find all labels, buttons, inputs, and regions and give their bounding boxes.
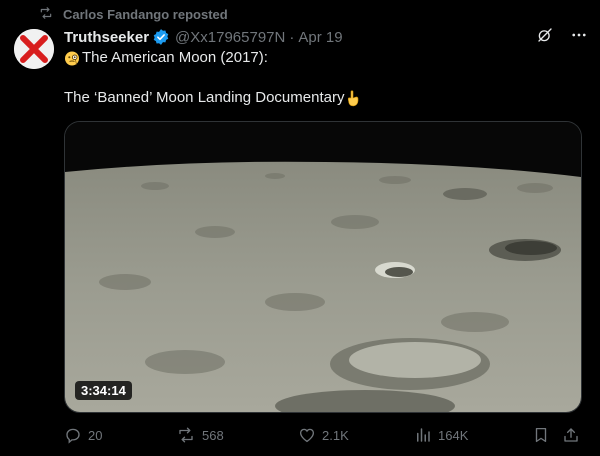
author-handle[interactable]: @Xx17965797N xyxy=(175,29,285,46)
repost-indicator[interactable]: Carlos Fandango reposted xyxy=(38,5,228,23)
bookmark-icon xyxy=(535,427,547,443)
views-count: 164K xyxy=(438,427,469,443)
grok-icon[interactable] xyxy=(536,26,554,48)
red-x-avatar-icon xyxy=(14,29,54,69)
separator-dot: · xyxy=(289,28,295,46)
verified-badge-icon[interactable] xyxy=(152,28,170,46)
author-name[interactable]: Truthseeker xyxy=(64,29,149,46)
views-icon xyxy=(417,428,430,442)
avatar[interactable] xyxy=(14,29,54,69)
like-button[interactable]: 2.1K xyxy=(298,426,349,444)
repost-count: 568 xyxy=(202,427,224,443)
repost-icon xyxy=(179,427,193,443)
more-options-icon[interactable] xyxy=(570,26,588,48)
tweet-text-line-2: The ‘Banned’ Moon Landing Documentary xyxy=(64,88,361,108)
tweet-header: Truthseeker @Xx17965797N · Apr 19 xyxy=(64,27,588,47)
like-count: 2.1K xyxy=(322,427,349,443)
video-player[interactable]: 3:34:14 xyxy=(64,121,582,413)
pointing-down-hand-icon xyxy=(345,90,361,107)
face-with-monocle-icon xyxy=(64,50,80,66)
share-button[interactable] xyxy=(562,426,580,444)
repost-icon xyxy=(38,6,54,23)
tweet-text-1: The American Moon (2017): xyxy=(82,49,268,66)
moon-surface-thumbnail xyxy=(65,122,581,412)
repost-button[interactable]: 568 xyxy=(176,426,224,444)
action-bar: 20 568 2.1K 164K xyxy=(64,425,584,445)
share-icon xyxy=(564,428,578,442)
reply-count: 20 xyxy=(88,427,103,443)
tweet-text-line-1: The American Moon (2017): xyxy=(64,48,268,68)
post-date[interactable]: Apr 19 xyxy=(298,29,342,46)
bookmark-button[interactable] xyxy=(532,426,550,444)
reply-icon xyxy=(66,428,80,444)
repost-label: Carlos Fandango reposted xyxy=(63,6,228,22)
video-duration: 3:34:14 xyxy=(75,381,132,400)
views-button[interactable]: 164K xyxy=(414,426,468,444)
like-icon xyxy=(299,428,315,443)
tweet-text-2: The ‘Banned’ Moon Landing Documentary xyxy=(64,89,345,106)
reply-button[interactable]: 20 xyxy=(64,426,102,444)
